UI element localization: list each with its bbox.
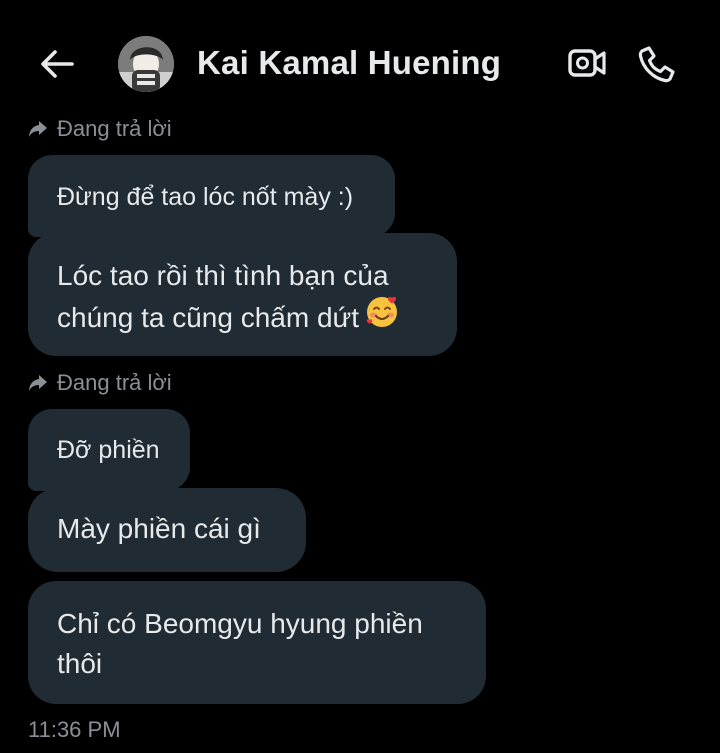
message-line: Mày phiền cái gì [57,513,261,544]
arrow-left-icon [41,50,74,78]
message-bubble[interactable]: Chỉ có Beomgyu hyung phiền thôi [28,581,486,704]
message-bubble[interactable]: Mày phiền cái gì [28,488,306,572]
quoted-message-bubble[interactable]: Đừng để tao lóc nốt mày :) [28,155,395,237]
message-line-text: chúng ta cũng chấm dứt [57,302,360,333]
smiling-face-with-hearts-icon [365,295,399,339]
message-line: Chỉ có Beomgyu hyung phiền [57,608,423,639]
quoted-message-bubble[interactable]: Đỡ phiền [28,409,190,491]
message-line: chúng ta cũng chấm dứt [57,296,399,339]
message-timestamp: 11:36 PM [28,717,121,742]
conversation-header: Kai Kamal Huening [0,0,720,118]
reply-arrow-icon [29,375,47,391]
reply-indicator: Đang trả lời [28,116,172,142]
voice-call-button[interactable] [637,44,677,84]
contact-name[interactable]: Kai Kamal Huening [197,44,501,82]
phone-icon [638,46,675,83]
message-bubble[interactable]: Lóc tao rồi thì tình bạn của chúng ta cũ… [28,233,457,356]
reply-label: Đang trả lời [57,370,172,395]
avatar[interactable] [118,36,174,92]
video-call-button[interactable] [567,45,607,81]
quoted-message-text: Đừng để tao lóc nốt mày :) [57,183,354,211]
avatar-image [118,36,174,92]
quoted-message-text: Đỡ phiền [57,436,160,464]
reply-indicator: Đang trả lời [28,370,172,396]
message-line: Lóc tao rồi thì tình bạn của [57,260,389,291]
reply-label: Đang trả lời [57,116,172,141]
back-button[interactable] [38,46,76,82]
message-line: thôi [57,648,103,679]
video-camera-icon [568,49,606,77]
reply-arrow-icon [29,121,47,137]
